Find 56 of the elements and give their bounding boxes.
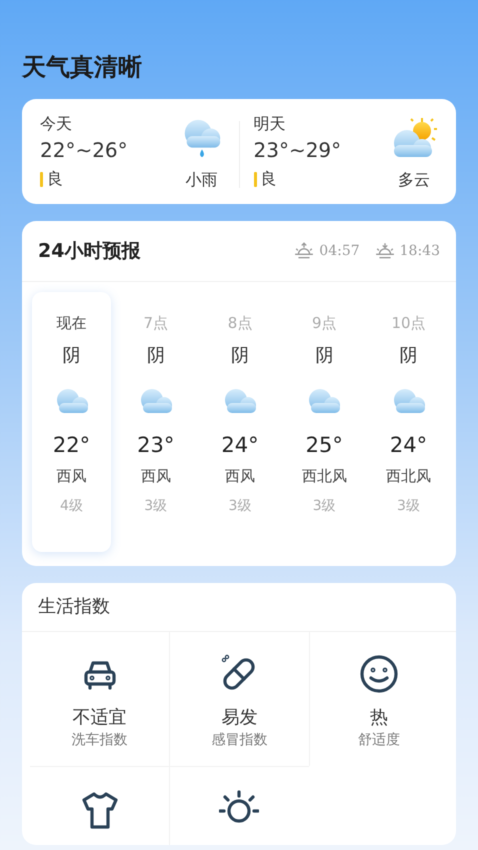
wind-direction: 西风 (225, 466, 255, 486)
sunrise-time: 04:57 (319, 243, 360, 259)
sunrise-icon (294, 242, 314, 260)
air-quality: 良 (260, 169, 276, 190)
temperature: 23° (137, 432, 174, 458)
temperature: 24° (390, 432, 428, 458)
hour-label: 8点 (228, 313, 252, 334)
quality-bar (40, 172, 43, 187)
wind-level: 3级 (397, 497, 420, 516)
app-title: 天气真清晰 (22, 52, 143, 82)
cloud-icon (306, 388, 342, 414)
temperature-range: 22°~26° (40, 137, 128, 164)
smiley-icon (358, 654, 399, 694)
index-name: 舒适度 (358, 731, 400, 750)
hour-column[interactable]: 10点 阴 24° 西北风 3级 (369, 292, 448, 552)
condition-label: 阴 (231, 344, 249, 368)
hour-column[interactable]: 9点 阴 25° 西北风 3级 (284, 292, 364, 552)
wind-direction: 西风 (56, 466, 86, 486)
condition-label: 阴 (62, 344, 80, 368)
hour-label: 7点 (143, 313, 168, 334)
condition-label: 阴 (315, 344, 334, 368)
wind-level: 4级 (60, 497, 83, 516)
temperature: 25° (306, 432, 343, 458)
wind-direction: 西北风 (386, 466, 431, 486)
temperature-range: 23°~29° (254, 137, 342, 164)
weather-label: 多云 (398, 170, 430, 190)
sunset-icon (374, 242, 395, 260)
weather-label: 小雨 (186, 170, 218, 190)
day-label: 今天 (40, 113, 73, 135)
index-value: 易发 (221, 706, 258, 730)
hour-column[interactable]: 8点 阴 24° 西风 3级 (200, 292, 280, 552)
cloud-icon (222, 388, 258, 414)
hour-label: 10点 (391, 313, 426, 334)
hour-column[interactable]: 现在 阴 22° 西风 4级 (32, 292, 111, 552)
condition-label: 阴 (400, 344, 418, 368)
section-title: 24小时预报 (38, 239, 140, 264)
index-name: 感冒指数 (211, 731, 268, 750)
section-title: 生活指数 (22, 583, 456, 632)
wind-direction: 西北风 (302, 466, 347, 486)
wind-level: 3级 (144, 497, 168, 516)
temperature: 22° (52, 432, 90, 458)
index-value: 热 (370, 706, 388, 730)
day-label: 明天 (254, 113, 286, 135)
hour-label: 现在 (56, 313, 86, 334)
condition-label: 阴 (146, 344, 165, 368)
index-name: 洗车指数 (72, 731, 128, 750)
hour-label: 9点 (312, 313, 337, 334)
hour-column[interactable]: 7点 阴 23° 西风 3级 (116, 292, 196, 552)
air-quality: 良 (47, 169, 63, 190)
wind-level: 3级 (312, 497, 336, 516)
wind-level: 3级 (228, 497, 252, 516)
quality-bar (254, 172, 256, 187)
sunset-time: 18:43 (400, 243, 440, 259)
index-value: 不适宜 (72, 706, 127, 730)
temperature: 24° (221, 432, 259, 458)
wind-direction: 西风 (140, 466, 171, 486)
